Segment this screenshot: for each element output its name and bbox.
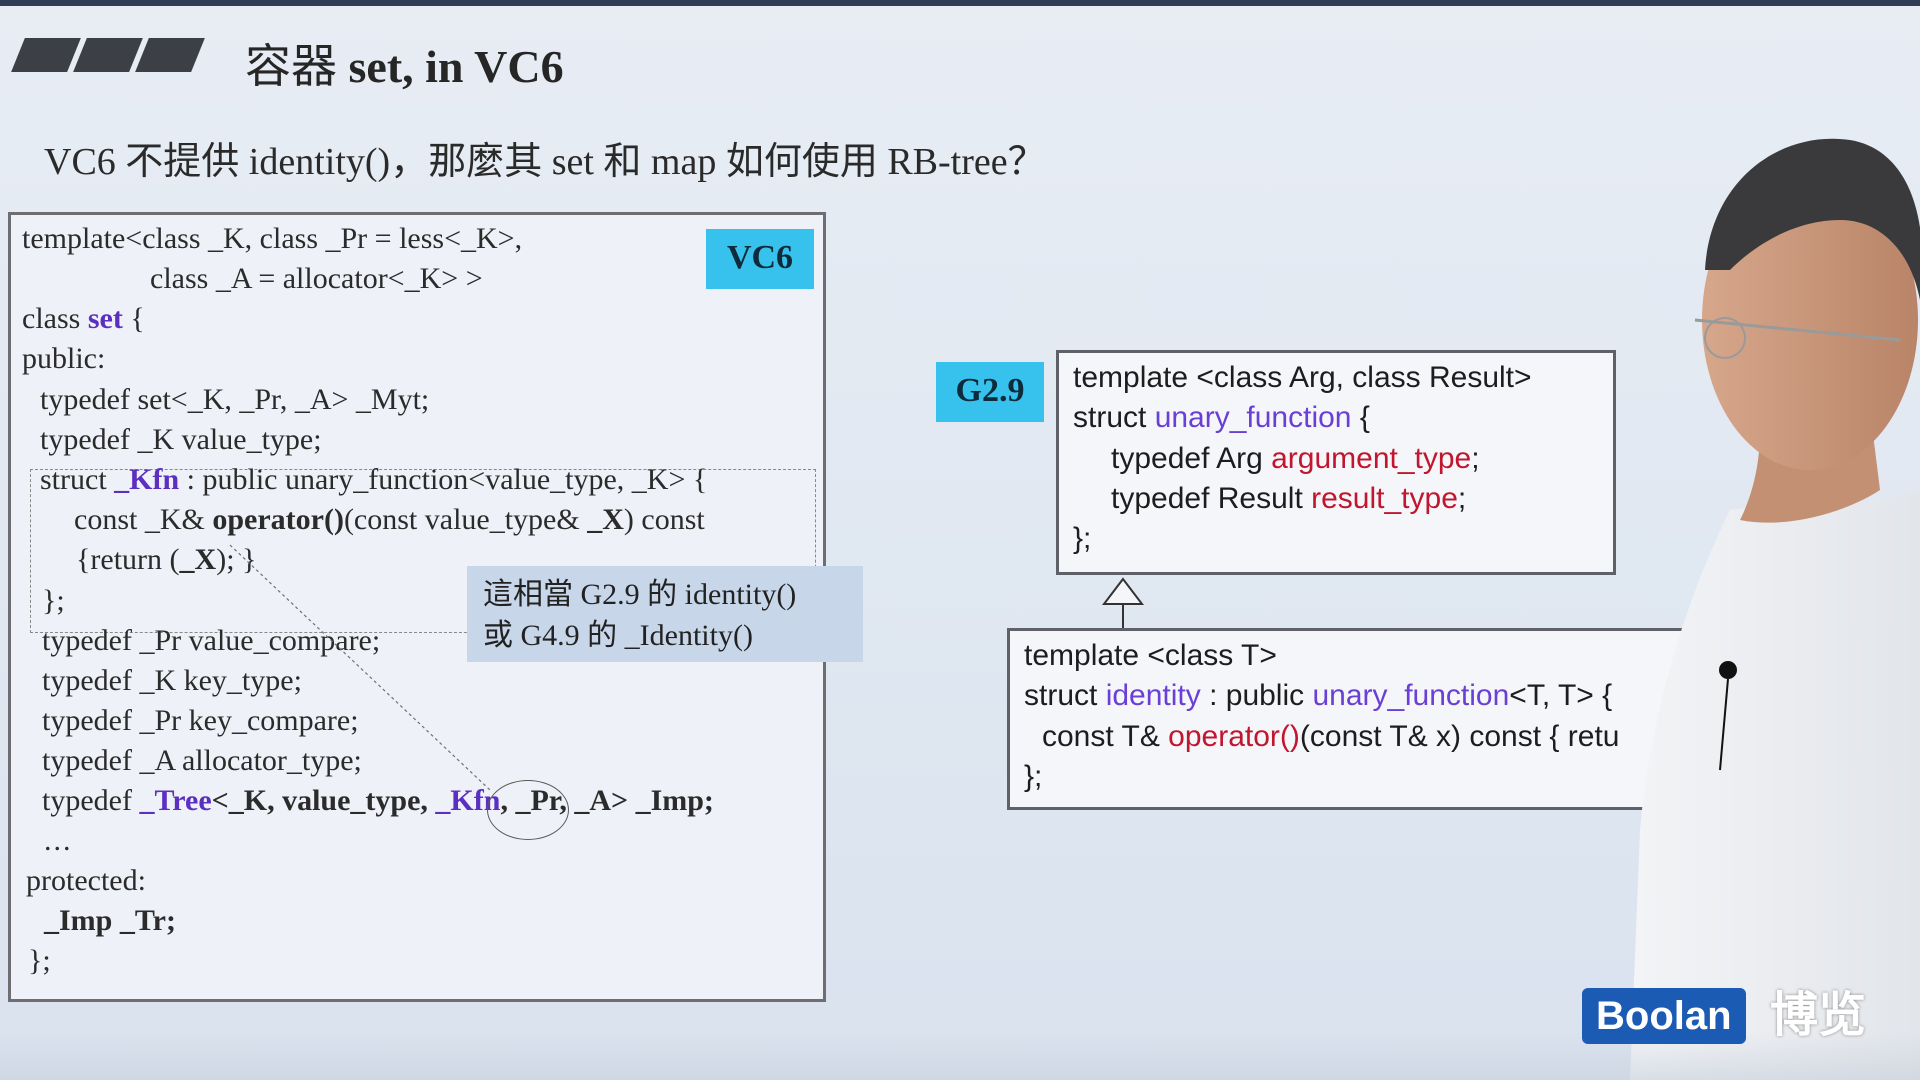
boolan-logo-cjk: 博览 — [1770, 989, 1867, 1042]
code-token: (const T& x) const { retu — [1299, 720, 1620, 753]
code-token: ; — [1457, 482, 1467, 515]
keyword-token: unary_function — [1154, 401, 1352, 434]
keyword-token: identity — [1105, 679, 1201, 712]
code-token: struct — [1024, 679, 1106, 712]
code-line: }; — [1073, 522, 1092, 555]
code-token: <T, T> { — [1509, 679, 1613, 712]
keyword-token: unary_function — [1312, 679, 1510, 712]
unary-function-panel: template <class Arg, class Result> struc… — [1056, 350, 1616, 575]
code-line: const T& operator()(const T& x) const { … — [1042, 720, 1619, 754]
code-token: typedef Arg — [1111, 442, 1272, 475]
code-line: struct unary_function { — [1073, 401, 1370, 435]
boolan-logo: Boolan — [1582, 988, 1746, 1044]
vc6-tag: VC6 — [706, 229, 814, 289]
code-line: }; — [1024, 760, 1043, 793]
presenter-video — [1630, 138, 1920, 1080]
keyword-token: argument_type — [1271, 442, 1472, 475]
code-line: template <class Arg, class Result> — [1073, 361, 1532, 394]
identity-panel: template <class T> struct identity : pub… — [1007, 628, 1707, 810]
identity-callout: 這相當 G2.9 的 identity() 或 G4.9 的 _Identity… — [467, 566, 863, 662]
code-line: typedef Arg argument_type; — [1111, 442, 1480, 476]
code-line: template <class T> — [1024, 639, 1277, 672]
code-token: { — [1351, 401, 1370, 434]
code-token: : public — [1200, 679, 1313, 712]
code-line: typedef Result result_type; — [1111, 482, 1466, 516]
code-token: const T& — [1042, 720, 1169, 753]
code-token: struct — [1073, 401, 1155, 434]
code-token: ; — [1471, 442, 1480, 475]
callout-line: 這相當 G2.9 的 identity() — [483, 578, 797, 611]
inheritance-arrow-icon — [1101, 577, 1145, 628]
code-line: struct identity : public unary_function<… — [1024, 679, 1612, 713]
operator-token: operator() — [1168, 720, 1300, 753]
g29-tag: G2.9 — [936, 362, 1044, 422]
code-token: typedef Result — [1111, 482, 1312, 515]
keyword-token: result_type — [1311, 482, 1458, 515]
callout-line: 或 G4.9 的 _Identity() — [483, 619, 753, 652]
